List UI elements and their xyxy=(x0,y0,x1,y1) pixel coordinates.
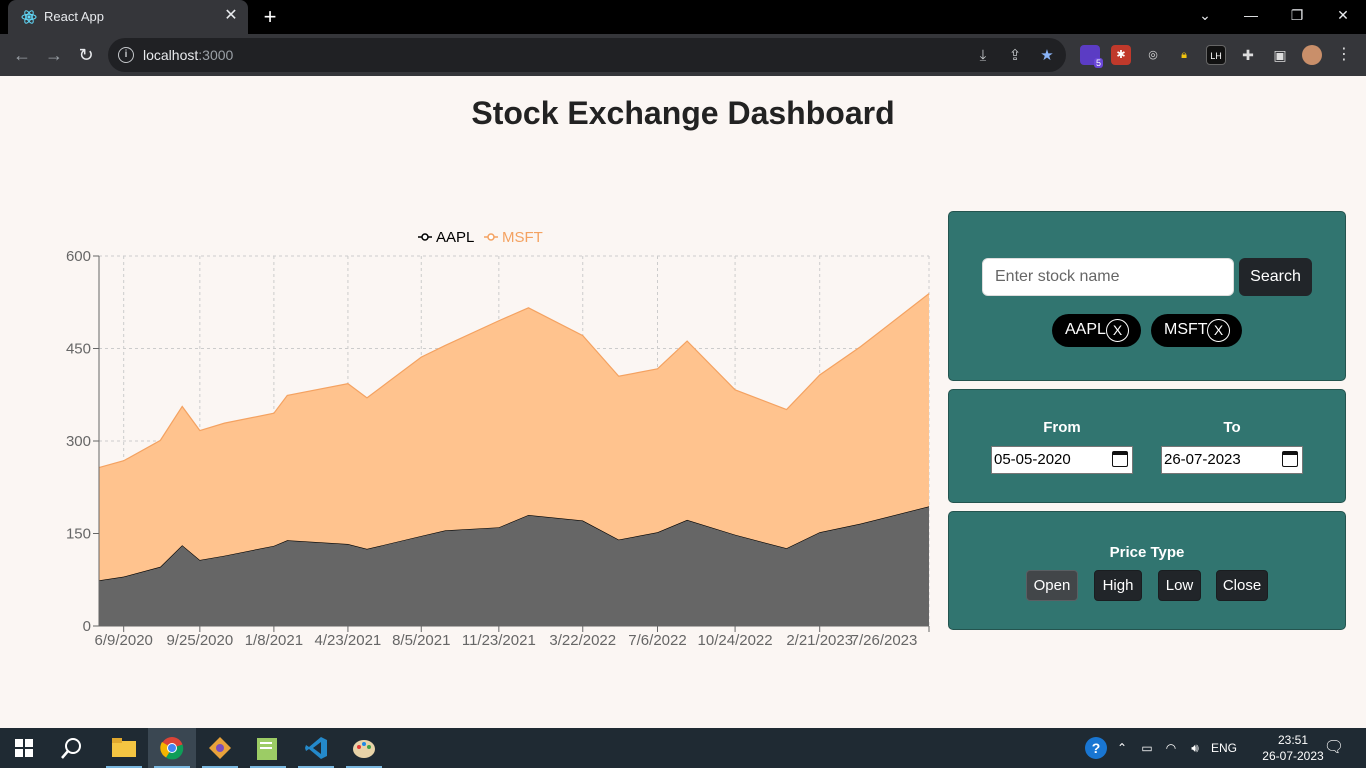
close-tab-icon[interactable]: ✕ xyxy=(222,7,240,25)
extension-lock-icon[interactable]: 🔒︎ xyxy=(1174,45,1194,65)
windows-taskbar: ? ⌃ ▭ ◠ 🔊︎ ENG 23:51 26-07-2023 🗨︎ xyxy=(0,728,1366,768)
new-tab-button[interactable]: + xyxy=(258,5,282,29)
reload-icon[interactable]: ↻ xyxy=(74,43,98,67)
browser-tab[interactable]: React App ✕ xyxy=(8,0,248,34)
x-tick-label: 7/26/2023 xyxy=(851,632,918,649)
calendar-icon[interactable] xyxy=(1112,451,1128,467)
vscode-icon[interactable] xyxy=(292,728,340,768)
tab-title: React App xyxy=(44,9,104,24)
extension-target-icon[interactable]: ◎ xyxy=(1143,45,1163,65)
selected-stock-chip-aapl: AAPL X xyxy=(1052,314,1141,347)
from-date-input[interactable]: 05-05-2020 xyxy=(991,446,1133,474)
install-app-icon[interactable]: ⤓ xyxy=(974,47,992,65)
to-label: To xyxy=(1223,419,1241,436)
notepad-plus-plus-icon[interactable] xyxy=(244,728,292,768)
price-type-panel: Price Type Open High Low Close xyxy=(948,511,1346,630)
url-text[interactable]: localhost:3000 xyxy=(143,47,233,63)
date-range-panel: From To 05-05-2020 26-07-2023 xyxy=(948,389,1346,503)
wifi-icon[interactable]: ◠ xyxy=(1160,728,1182,768)
profile-avatar[interactable] xyxy=(1302,45,1322,65)
y-tick-label: 300 xyxy=(66,433,91,450)
price-type-low-button[interactable]: Low xyxy=(1158,570,1201,601)
price-type-high-button[interactable]: High xyxy=(1094,570,1142,601)
x-tick-label: 10/24/2022 xyxy=(698,632,773,649)
x-tick-label: 2/21/2023 xyxy=(786,632,853,649)
tab-search-icon[interactable]: ⌄ xyxy=(1182,0,1228,30)
stock-area-chart: 0 150 300 450 600 6/9/2020 9/25/2020 1/8/2021 4/… xyxy=(66,229,930,649)
volume-icon[interactable]: 🔊︎ xyxy=(1184,728,1206,768)
bookmark-star-icon[interactable]: ★ xyxy=(1038,47,1056,65)
paint-icon[interactable] xyxy=(340,728,388,768)
menu-icon[interactable]: ⋮ xyxy=(1334,45,1354,65)
language-indicator[interactable]: ENG xyxy=(1208,728,1240,768)
extensions-puzzle-icon[interactable]: ✚ xyxy=(1238,45,1258,65)
price-type-open-button[interactable]: Open xyxy=(1026,570,1078,601)
x-tick-label: 1/8/2021 xyxy=(245,632,303,649)
file-explorer-icon[interactable] xyxy=(100,728,148,768)
legend-marker-dot xyxy=(487,233,495,241)
extension-bug-icon[interactable]: ✱ xyxy=(1111,45,1131,65)
show-hidden-icons-icon[interactable]: ⌃ xyxy=(1112,728,1132,768)
stock-search-input[interactable] xyxy=(982,258,1234,296)
x-tick-label: 9/25/2020 xyxy=(166,632,233,649)
restore-button[interactable]: ❐ xyxy=(1274,0,1320,30)
x-tick-label: 7/6/2022 xyxy=(628,632,686,649)
share-icon[interactable]: ⇪ xyxy=(1006,47,1024,65)
browser-toolbar: ← → ↻ i localhost:3000 ⤓ ⇪ ★ 5 ✱ ◎ 🔒︎ LH… xyxy=(0,34,1366,76)
lighthouse-extension-icon[interactable]: LH xyxy=(1206,45,1226,65)
react-logo-icon xyxy=(21,10,37,24)
side-panel-icon[interactable]: ▣ xyxy=(1270,45,1290,65)
browser-tab-bar: React App ✕ + ⌄ — ❐ ✕ xyxy=(0,0,1366,34)
chip-label: AAPL xyxy=(1065,321,1106,338)
back-icon[interactable]: ← xyxy=(10,43,34,67)
forward-icon[interactable]: → xyxy=(42,43,66,67)
windows-start-icon[interactable] xyxy=(15,739,33,757)
calendar-icon[interactable] xyxy=(1282,451,1298,467)
site-info-icon[interactable]: i xyxy=(118,47,134,63)
battery-icon[interactable]: ▭ xyxy=(1136,728,1158,768)
chrome-icon[interactable] xyxy=(148,728,196,768)
help-icon[interactable]: ? xyxy=(1083,728,1109,768)
y-tick-label: 600 xyxy=(66,248,91,265)
address-bar[interactable]: i localhost:3000 ⤓ ⇪ ★ xyxy=(108,38,1066,72)
remove-aapl-icon[interactable]: X xyxy=(1106,319,1129,342)
close-window-button[interactable]: ✕ xyxy=(1320,0,1366,30)
price-type-close-button[interactable]: Close xyxy=(1216,570,1268,601)
legend-label-msft: MSFT xyxy=(502,229,543,246)
from-label: From xyxy=(1043,419,1081,436)
x-tick-label: 3/22/2022 xyxy=(549,632,616,649)
search-icon[interactable] xyxy=(60,736,84,760)
price-type-label: Price Type xyxy=(1109,544,1185,561)
page-title: Stock Exchange Dashboard xyxy=(471,95,895,131)
y-tick-label: 450 xyxy=(66,341,91,358)
git-gui-icon[interactable] xyxy=(196,728,244,768)
search-button[interactable]: Search xyxy=(1239,258,1312,296)
x-tick-label: 6/9/2020 xyxy=(94,632,152,649)
selected-stock-chip-msft: MSFT X xyxy=(1151,314,1242,347)
x-tick-label: 4/23/2021 xyxy=(315,632,382,649)
y-tick-label: 0 xyxy=(83,618,91,635)
legend-marker-dot xyxy=(421,233,429,241)
notifications-icon[interactable]: 🗨︎ xyxy=(1320,728,1348,768)
chip-label: MSFT xyxy=(1164,321,1208,338)
minimize-button[interactable]: — xyxy=(1228,0,1274,30)
to-date-input[interactable]: 26-07-2023 xyxy=(1161,446,1303,474)
y-tick-label: 150 xyxy=(66,526,91,543)
x-tick-label: 8/5/2021 xyxy=(392,632,450,649)
legend-label-aapl: AAPL xyxy=(436,229,474,246)
x-tick-label: 11/23/2021 xyxy=(462,632,536,649)
extension-icon[interactable]: 5 xyxy=(1080,45,1103,68)
remove-msft-icon[interactable]: X xyxy=(1207,319,1230,342)
search-panel: Search AAPL X MSFT X xyxy=(948,211,1346,381)
